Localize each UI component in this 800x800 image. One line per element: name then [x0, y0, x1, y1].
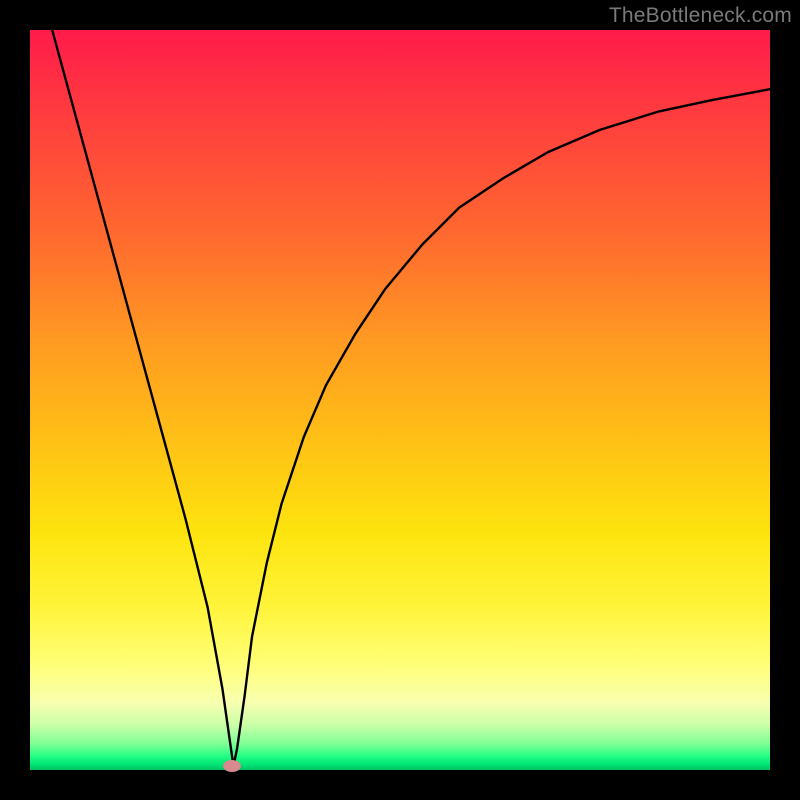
curve-svg	[30, 30, 770, 770]
min-point-marker	[223, 760, 241, 772]
watermark-text: TheBottleneck.com	[609, 4, 792, 28]
chart-frame: TheBottleneck.com	[0, 0, 800, 800]
bottleneck-curve	[52, 30, 770, 766]
plot-area	[30, 30, 770, 770]
